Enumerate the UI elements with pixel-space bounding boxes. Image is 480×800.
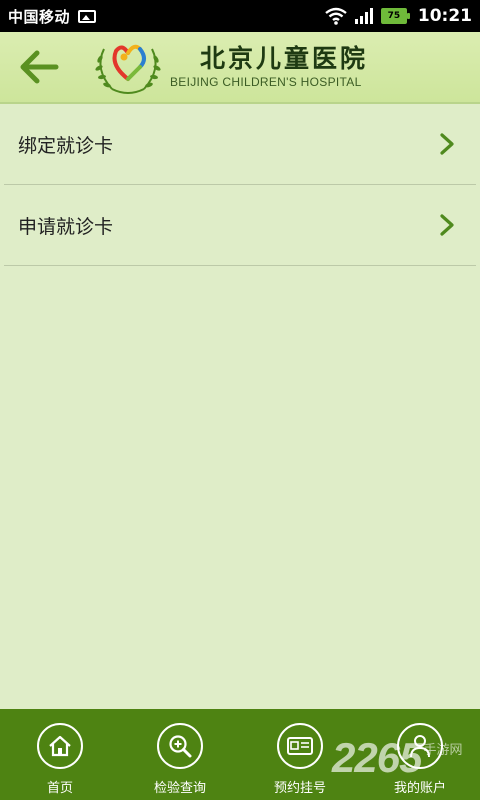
status-indicators: 75 10:21 — [325, 6, 472, 26]
nav-icon-circle — [277, 723, 323, 769]
nav-label: 检验查询 — [153, 781, 206, 796]
battery-icon: 75 — [380, 8, 410, 24]
back-button[interactable] — [8, 31, 70, 103]
chevron-right-icon — [440, 214, 454, 236]
carrier-name: 中国移动 — [8, 7, 71, 26]
nav-icon-circle — [157, 723, 203, 769]
app-header: 北京儿童医院 BEIJING CHILDREN'S HOSPITAL — [0, 32, 480, 104]
nav-label: 预约挂号 — [273, 781, 326, 796]
card-icon — [287, 737, 313, 755]
status-bar: 中国移动 75 10:21 — [0, 0, 480, 32]
menu-list: 绑定就诊卡 申请就诊卡 — [0, 104, 480, 266]
search-icon — [169, 735, 192, 758]
nav-item-lab-query[interactable]: 检验查询 — [130, 723, 230, 796]
home-icon — [49, 735, 71, 757]
hospital-logo: 北京儿童医院 BEIJING CHILDREN'S HOSPITAL — [90, 35, 368, 99]
chevron-right-icon — [440, 133, 454, 155]
nav-item-home[interactable]: 首页 — [10, 723, 110, 796]
image-notification-icon — [78, 9, 97, 23]
watermark-text: 手游网 — [423, 743, 463, 758]
hospital-name-en: BEIJING CHILDREN'S HOSPITAL — [170, 75, 362, 89]
menu-item-label: 申请就诊卡 — [18, 215, 114, 238]
watermark-number: 2265 — [332, 734, 422, 781]
arrow-left-icon — [20, 50, 59, 84]
signal-icon — [354, 8, 373, 24]
nav-label: 首页 — [46, 781, 73, 796]
site-watermark: 2265 手游网 — [332, 736, 462, 780]
nav-icon-circle — [37, 723, 83, 769]
menu-item-bind-card[interactable]: 绑定就诊卡 — [4, 104, 476, 185]
hospital-emblem-icon — [95, 44, 161, 94]
wifi-icon — [325, 7, 347, 25]
menu-item-label: 绑定就诊卡 — [18, 134, 114, 157]
status-time: 10:21 — [417, 6, 472, 26]
menu-item-apply-card[interactable]: 申请就诊卡 — [4, 185, 476, 266]
hospital-name-cn: 北京儿童医院 — [200, 44, 369, 73]
